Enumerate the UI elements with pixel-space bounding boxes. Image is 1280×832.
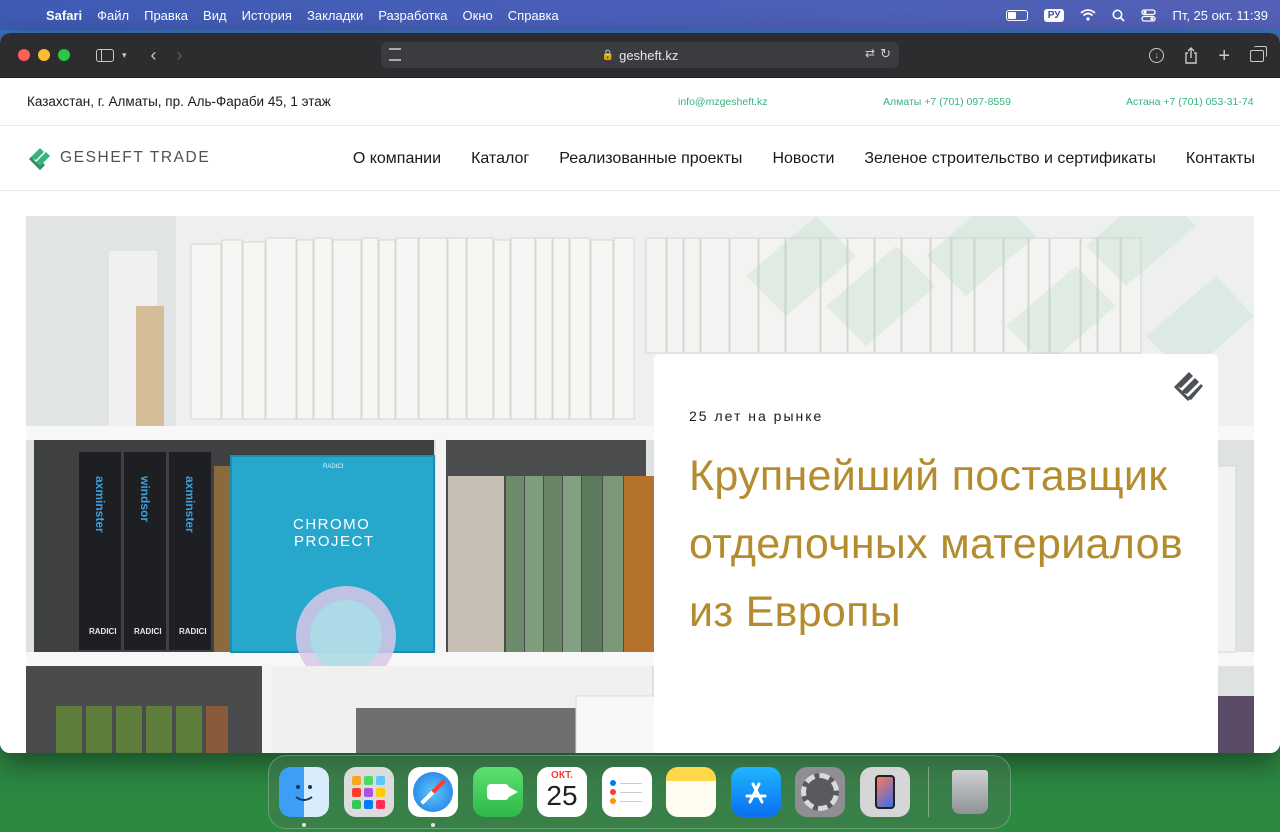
nav-projects[interactable]: Реализованные проекты [559,150,742,168]
email-link[interactable]: info@mzgesheft.kz [678,96,767,108]
menubar-clock[interactable]: Пт, 25 окт. 11:39 [1172,8,1268,23]
reload-icon[interactable]: ↻ [880,46,891,62]
menu-view[interactable]: Вид [203,8,227,23]
hero-headline: Крупнейший поставщик отделочных материал… [689,452,1183,636]
book-title-line-2: PROJECT [294,533,375,550]
input-source-indicator[interactable]: РУ [1043,8,1065,22]
menu-window[interactable]: Окно [463,8,493,23]
binder-axminster-label-1: axminster [93,476,107,533]
nav-contacts[interactable]: Контакты [1186,150,1255,168]
launchpad-grid-icon [352,775,385,809]
address-bar[interactable]: 🔒 gesheft.kz ⇄ ↻ [381,42,899,68]
menu-edit[interactable]: Правка [144,8,188,23]
dock-separator [928,767,929,817]
window-controls [18,49,70,61]
launchpad-icon[interactable] [343,767,394,817]
trash-bin-icon [952,770,988,814]
close-window-button[interactable] [18,49,30,61]
safari-compass-icon [413,772,453,812]
hero-kicker: 25 лет на рынке [689,408,824,424]
url-text: gesheft.kz [619,47,679,63]
binder-brand-label-2: RADICI [134,627,162,636]
safari-toolbar: ▾ ‹ › 🔒 gesheft.kz ⇄ ↻ ↓ + [0,33,1280,78]
translate-icon[interactable]: ⇄ [865,46,875,60]
back-button[interactable]: ‹ [151,45,157,66]
menu-file[interactable]: Файл [97,8,129,23]
downloads-icon[interactable]: ↓ [1149,48,1165,63]
site-header: GESHEFT TRADE О компании Каталог Реализо… [0,126,1280,191]
page-menu-icon[interactable] [389,48,401,61]
web-page: Казахстан, г. Алматы, пр. Аль-Фараби 45,… [0,78,1280,753]
nav-catalog[interactable]: Каталог [471,150,529,168]
phone-astana-link[interactable]: Астана +7 (701) 053-31-74 [1126,96,1254,108]
app-store-a-icon [745,782,766,804]
reminders-icon[interactable] [601,767,652,817]
menu-bookmarks[interactable]: Закладки [307,8,363,23]
nav-news[interactable]: Новости [772,150,834,168]
system-settings-icon[interactable] [795,767,845,817]
site-topbar: Казахстан, г. Алматы, пр. Аль-Фараби 45,… [0,78,1280,126]
tab-overview-icon[interactable] [1250,45,1267,62]
binder-brand-label-3: RADICI [179,627,207,636]
safari-icon[interactable] [408,767,458,827]
phone-icon [874,775,895,809]
binder-axminster-label-2: axminster [183,476,197,533]
calendar-month: ОКТ. [537,767,587,781]
finder-icon[interactable] [279,767,329,827]
gesheft-mark-icon [1173,372,1203,402]
battery-icon[interactable] [1005,9,1028,21]
hero-banner: axminster windsor axminster RADICI RADIC… [26,216,1254,753]
phone-almaty-link[interactable]: Алматы +7 (701) 097-8559 [883,96,1011,108]
menu-history[interactable]: История [242,8,292,23]
chevron-down-icon[interactable]: ▾ [122,50,127,61]
hero-card: 25 лет на рынке Крупнейший поставщик отд… [654,354,1218,753]
minimize-window-button[interactable] [38,49,50,61]
book-brand-label: RADICI [323,464,344,470]
logo-wordmark: GESHEFT TRADE [60,149,211,166]
nav-green-building[interactable]: Зеленое строительство и сертификаты [864,150,1156,168]
trash-icon[interactable] [945,767,995,817]
lock-icon: 🔒 [601,49,615,61]
running-indicator [431,823,435,827]
menubar-status-area: РУ Пт, 25 окт. 11:39 [1005,0,1268,30]
toolbar-actions: ↓ + [1149,33,1267,78]
calendar-day: 25 [546,780,578,811]
menu-develop[interactable]: Разработка [378,8,447,23]
running-indicator [302,823,306,827]
wifi-icon[interactable] [1080,9,1097,21]
site-logo[interactable]: GESHEFT TRADE [28,143,210,173]
sidebar-toggle-icon[interactable] [96,48,114,62]
menu-help[interactable]: Справка [508,8,559,23]
menu-app-safari[interactable]: Safari [46,8,82,23]
book-title-line-1: CHROMO [293,516,370,533]
main-navigation: О компании Каталог Реализованные проекты… [353,126,1255,191]
facetime-icon[interactable] [472,767,523,817]
company-address: Казахстан, г. Алматы, пр. Аль-Фараби 45,… [27,94,331,109]
iphone-mirroring-icon[interactable] [859,767,910,817]
calendar-icon[interactable]: ОКТ. 25 [537,767,587,817]
finder-face-icon [295,785,313,801]
safari-window: ▾ ‹ › 🔒 gesheft.kz ⇄ ↻ ↓ + Казахстан, г.… [0,33,1280,753]
share-icon[interactable] [1184,47,1198,64]
notes-icon[interactable] [666,767,716,817]
video-camera-icon [486,784,518,800]
control-center-icon[interactable] [1141,8,1157,22]
nav-about[interactable]: О компании [353,150,441,168]
forward-button[interactable]: › [177,45,183,66]
binder-brand-label-1: RADICI [89,627,117,636]
new-tab-icon[interactable]: + [1218,46,1230,66]
zoom-window-button[interactable] [58,49,70,61]
gear-icon [801,773,839,811]
macos-menubar: Safari Файл Правка Вид История Закладки … [0,0,1280,30]
macos-dock: ОКТ. 25 [268,755,1011,829]
gesheft-logo-icon [28,148,50,171]
binder-windsor-label: windsor [138,475,152,522]
app-store-icon[interactable] [730,767,781,817]
spotlight-search-icon[interactable] [1112,9,1126,22]
